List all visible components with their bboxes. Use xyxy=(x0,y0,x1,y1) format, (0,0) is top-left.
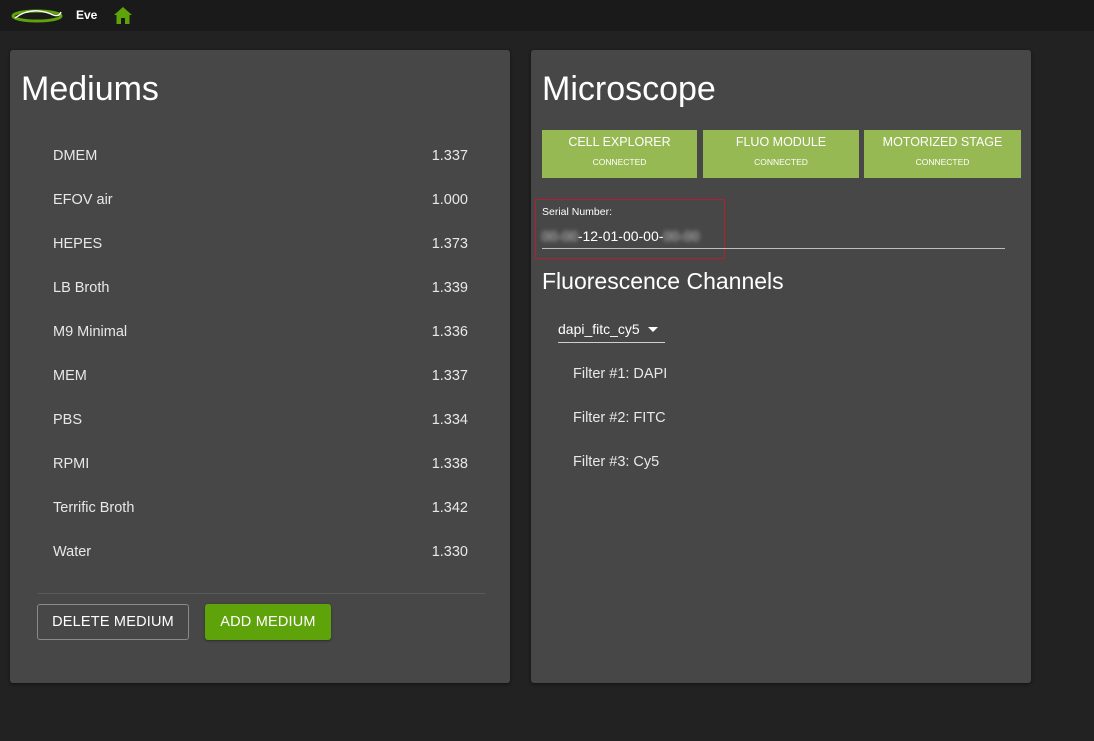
module-label: FLUO MODULE xyxy=(735,135,827,149)
medium-name: Water xyxy=(53,544,92,560)
medium-refractive-index: 1.336 xyxy=(431,324,468,340)
list-item[interactable]: DMEM 1.337 xyxy=(53,134,468,178)
medium-name: RPMI xyxy=(53,456,90,472)
module-status: CONNECTED xyxy=(915,157,970,167)
add-medium-button[interactable]: ADD MEDIUM xyxy=(205,604,331,640)
top-bar: Eve xyxy=(0,0,1094,31)
medium-name: LB Broth xyxy=(53,280,110,296)
medium-refractive-index: 1.337 xyxy=(431,148,468,164)
medium-name: MEM xyxy=(53,368,87,384)
module-status: CONNECTED xyxy=(592,157,647,167)
module-motorized-stage[interactable]: MOTORIZED STAGE CONNECTED xyxy=(864,130,1021,178)
list-item[interactable]: RPMI 1.338 xyxy=(53,442,468,486)
channel-set-select[interactable]: dapi_fitc_cy5 xyxy=(558,316,665,343)
filter-item: Filter #1: DAPI xyxy=(573,366,668,382)
medium-refractive-index: 1.000 xyxy=(431,192,468,208)
mediums-card: Mediums DMEM 1.337 EFOV air 1.000 HEPES … xyxy=(10,50,510,683)
list-item[interactable]: M9 Minimal 1.336 xyxy=(53,310,468,354)
medium-refractive-index: 1.330 xyxy=(431,544,468,560)
medium-refractive-index: 1.337 xyxy=(431,368,468,384)
module-status: CONNECTED xyxy=(754,157,808,167)
microscope-title: Microscope xyxy=(542,70,716,108)
medium-name: M9 Minimal xyxy=(53,324,128,340)
serial-visible: -12-01-00-00- xyxy=(577,228,664,244)
medium-refractive-index: 1.339 xyxy=(431,280,468,296)
list-item[interactable]: HEPES 1.373 xyxy=(53,222,468,266)
medium-name: DMEM xyxy=(53,148,98,164)
mediums-title: Mediums xyxy=(21,70,159,108)
medium-refractive-index: 1.373 xyxy=(431,236,468,252)
medium-name: EFOV air xyxy=(53,192,113,208)
medium-name: PBS xyxy=(53,412,83,428)
medium-refractive-index: 1.342 xyxy=(431,500,468,516)
serial-number-field[interactable]: 00-00 -12-01-00-00- 00-00 xyxy=(542,224,1005,249)
list-item[interactable]: LB Broth 1.339 xyxy=(53,266,468,310)
microscope-card: Microscope CELL EXPLORER CONNECTED FLUO … xyxy=(531,50,1031,683)
list-item[interactable]: MEM 1.337 xyxy=(53,354,468,398)
filter-item: Filter #2: FITC xyxy=(573,410,666,426)
channel-set-value: dapi_fitc_cy5 xyxy=(558,321,640,337)
serial-number-label: Serial Number: xyxy=(542,206,613,218)
caret-down-icon xyxy=(647,326,658,332)
delete-medium-button[interactable]: DELETE MEDIUM xyxy=(37,604,189,640)
app-name: Eve xyxy=(76,8,98,22)
eve-logo-icon[interactable] xyxy=(11,8,63,24)
divider xyxy=(38,593,485,594)
filter-item: Filter #3: Cy5 xyxy=(573,454,660,470)
medium-refractive-index: 1.338 xyxy=(431,456,468,472)
medium-name: Terrific Broth xyxy=(53,500,135,516)
serial-redacted-prefix: 00-00 xyxy=(542,228,578,244)
module-label: CELL EXPLORER xyxy=(568,135,671,149)
home-icon[interactable] xyxy=(113,6,133,25)
list-item[interactable]: Water 1.330 xyxy=(53,530,468,574)
module-cell-explorer[interactable]: CELL EXPLORER CONNECTED xyxy=(542,130,697,178)
module-label: MOTORIZED STAGE xyxy=(882,135,1003,149)
list-item[interactable]: EFOV air 1.000 xyxy=(53,178,468,222)
medium-name: HEPES xyxy=(53,236,103,252)
list-item[interactable]: Terrific Broth 1.342 xyxy=(53,486,468,530)
fluorescence-channels-title: Fluorescence Channels xyxy=(542,268,784,294)
module-fluo[interactable]: FLUO MODULE CONNECTED xyxy=(703,130,859,178)
medium-refractive-index: 1.334 xyxy=(431,412,468,428)
serial-redacted-suffix: 00-00 xyxy=(663,228,700,244)
list-item[interactable]: PBS 1.334 xyxy=(53,398,468,442)
